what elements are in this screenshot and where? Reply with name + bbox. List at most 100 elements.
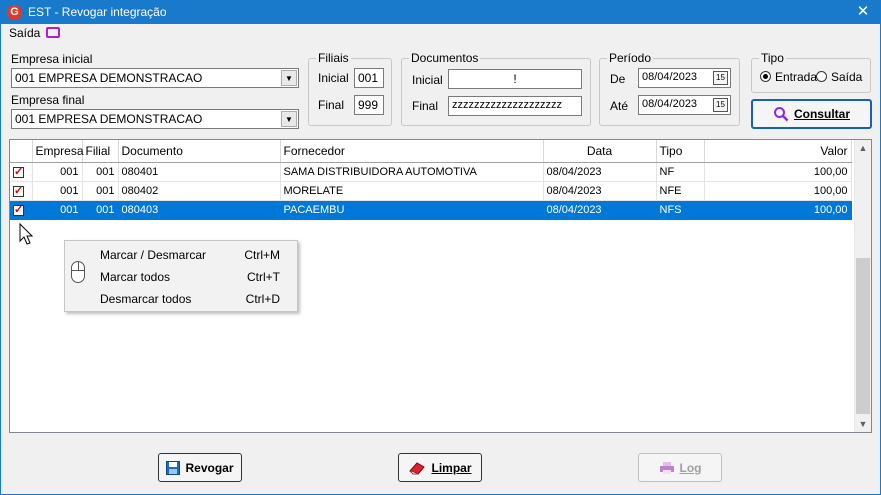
limpar-button[interactable]: Limpar	[398, 453, 482, 482]
chevron-down-icon[interactable]: ▼	[281, 111, 297, 127]
cell-documento: 080403	[118, 200, 281, 220]
col-tipo-header[interactable]: Tipo	[656, 140, 705, 163]
documento-final-input[interactable]: zzzzzzzzzzzzzzzzzzzz	[448, 96, 582, 116]
empresa-final-label: Empresa final	[11, 93, 85, 107]
table-row-selected[interactable]: ✓ 001 001 080403 PACAEMBU 08/04/2023 NFS…	[10, 200, 852, 220]
log-button[interactable]: Log	[638, 453, 722, 482]
periodo-legend: Período	[607, 51, 654, 65]
empresa-final-value: 001 EMPRESA DEMONSTRACAO	[15, 112, 203, 126]
col-fornecedor-header[interactable]: Fornecedor	[280, 140, 544, 163]
menu-item-shortcut: Ctrl+D	[245, 292, 280, 306]
menu-item-shortcut: Ctrl+M	[244, 248, 280, 262]
scroll-up-icon[interactable]: ▲	[855, 140, 871, 156]
menu-item-label: Marcar / Desmarcar	[100, 248, 207, 262]
periodo-de-label: De	[610, 72, 626, 86]
cell-tipo: NFE	[656, 181, 705, 201]
empresa-final-select[interactable]: 001 EMPRESA DEMONSTRACAO ▼	[11, 109, 299, 129]
filial-inicial-input[interactable]: 001	[354, 68, 384, 88]
cell-fornecedor: MORELATE	[280, 181, 544, 201]
app-logo-icon: G	[7, 5, 22, 20]
menu-item-desmarcar-todos[interactable]: Desmarcar todos Ctrl+D	[100, 292, 280, 310]
limpar-label: Limpar	[431, 460, 472, 475]
eraser-icon	[409, 461, 426, 475]
menu-bar: Saída	[9, 26, 61, 44]
menu-item-marcar-desmarcar[interactable]: Marcar / Desmarcar Ctrl+M	[100, 248, 280, 266]
chevron-down-icon[interactable]: ▼	[281, 70, 297, 86]
cell-documento: 080401	[118, 162, 281, 182]
monitor-icon[interactable]	[46, 27, 61, 38]
periodo-ate-label: Até	[610, 99, 629, 113]
table-header: Empresa Filial Documento Fornecedor Data…	[10, 140, 852, 163]
table-row[interactable]: ✓ 001 001 080402 MORELATE 08/04/2023 NFE…	[10, 181, 852, 201]
cell-valor: 100,00	[704, 181, 852, 201]
tipo-saida-label[interactable]: Saída	[831, 70, 862, 84]
row-checkbox[interactable]: ✓	[10, 181, 33, 201]
cell-data: 08/04/2023	[543, 181, 657, 201]
col-documento-header[interactable]: Documento	[118, 140, 281, 163]
row-checkbox[interactable]: ✓	[10, 162, 33, 182]
revogar-label: Revogar	[185, 460, 234, 475]
col-valor-header[interactable]: Valor	[704, 140, 852, 163]
menu-saida[interactable]: Saída	[9, 26, 40, 40]
consultar-label: Consultar	[793, 107, 850, 121]
menu-item-shortcut: Ctrl+T	[247, 270, 280, 284]
checkbox-checked-icon[interactable]: ✓	[13, 204, 24, 216]
menu-item-label: Desmarcar todos	[100, 292, 192, 306]
scroll-down-icon[interactable]: ▼	[855, 416, 871, 432]
empresa-inicial-label: Empresa inicial	[11, 52, 93, 66]
cell-data: 08/04/2023	[543, 162, 657, 182]
calendar-icon[interactable]: 15	[713, 71, 728, 85]
menu-item-label: Marcar todos	[100, 270, 171, 284]
col-filial-header[interactable]: Filial	[82, 140, 119, 163]
empresa-inicial-value: 001 EMPRESA DEMONSTRACAO	[15, 71, 203, 85]
checkbox-checked-icon[interactable]: ✓	[13, 166, 24, 178]
tipo-entrada-radio[interactable]	[760, 71, 771, 82]
revogar-button[interactable]: Revogar	[158, 453, 242, 482]
periodo-de-input[interactable]: 08/04/2023 15	[638, 68, 731, 88]
tipo-legend: Tipo	[759, 51, 786, 65]
col-check-header[interactable]	[10, 140, 33, 163]
filial-final-input[interactable]: 999	[354, 95, 384, 115]
cell-valor: 100,00	[704, 200, 852, 220]
checkbox-checked-icon[interactable]: ✓	[13, 185, 24, 197]
documento-inicial-input[interactable]: !	[448, 69, 582, 89]
consultar-button[interactable]: Consultar	[751, 99, 872, 129]
documento-final-label: Final	[412, 99, 439, 113]
col-data-header[interactable]: Data	[543, 140, 657, 163]
tipo-entrada-label[interactable]: Entrada	[775, 70, 817, 84]
log-label: Log	[679, 460, 702, 475]
periodo-de-value: 08/04/2023	[642, 71, 698, 83]
cell-filial: 001	[82, 200, 119, 220]
cell-filial: 001	[82, 181, 119, 201]
cell-fornecedor: PACAEMBU	[280, 200, 544, 220]
tipo-saida-radio[interactable]	[816, 71, 827, 82]
results-table: Empresa Filial Documento Fornecedor Data…	[10, 140, 852, 220]
vertical-scrollbar[interactable]: ▲ ▼	[854, 140, 871, 432]
search-icon	[773, 107, 789, 122]
mouse-icon	[71, 261, 85, 283]
menu-item-marcar-todos[interactable]: Marcar todos Ctrl+T	[100, 270, 280, 288]
documentos-legend: Documentos	[409, 51, 481, 65]
context-menu: Marcar / Desmarcar Ctrl+M Marcar todos C…	[64, 240, 298, 312]
mouse-cursor-icon	[19, 223, 34, 245]
documento-inicial-label: Inicial	[412, 73, 443, 87]
title-bar: G EST - Revogar integração ✕	[1, 1, 880, 24]
filial-final-label: Final	[318, 98, 345, 112]
cell-tipo: NF	[656, 162, 705, 182]
empresa-inicial-select[interactable]: 001 EMPRESA DEMONSTRACAO ▼	[11, 68, 299, 88]
cell-fornecedor: SAMA DISTRIBUIDORA AUTOMOTIVA	[280, 162, 544, 182]
table-row[interactable]: ✓ 001 001 080401 SAMA DISTRIBUIDORA AUTO…	[10, 162, 852, 182]
row-checkbox[interactable]: ✓	[10, 200, 33, 220]
cell-empresa: 001	[32, 200, 83, 220]
cell-data: 08/04/2023	[543, 200, 657, 220]
col-empresa-header[interactable]: Empresa	[32, 140, 84, 163]
close-button[interactable]: ✕	[846, 1, 880, 24]
main-window: G EST - Revogar integração ✕ Saída Empre…	[0, 0, 881, 495]
scroll-thumb[interactable]	[856, 258, 870, 414]
periodo-ate-value: 08/04/2023	[642, 98, 698, 110]
calendar-icon[interactable]: 15	[713, 98, 728, 112]
window-title: EST - Revogar integração	[28, 5, 167, 19]
cell-documento: 080402	[118, 181, 281, 201]
cell-empresa: 001	[32, 181, 83, 201]
periodo-ate-input[interactable]: 08/04/2023 15	[638, 95, 731, 115]
